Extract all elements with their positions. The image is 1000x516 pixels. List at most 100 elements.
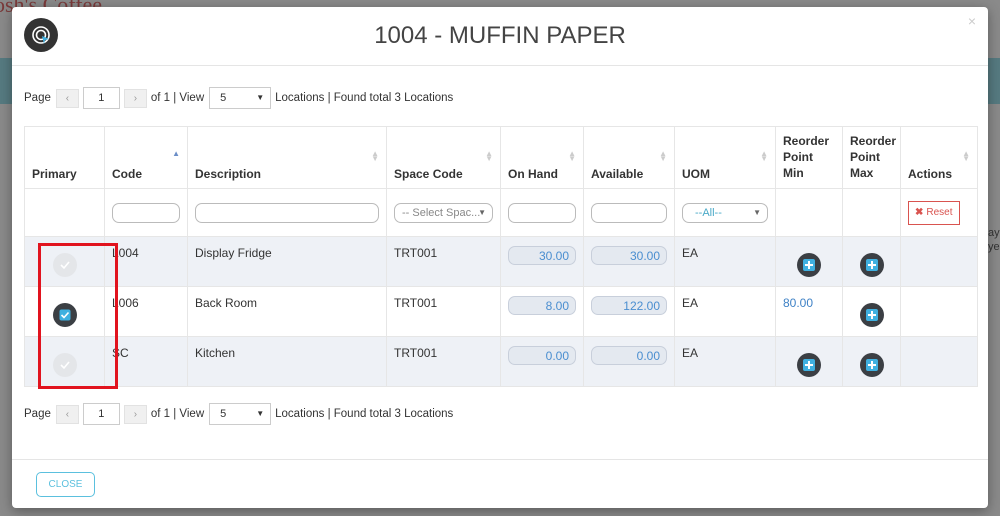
primary-checkbox[interactable] — [52, 353, 77, 377]
on-hand-field[interactable]: 8.00 — [508, 296, 576, 315]
pager-next-button[interactable]: › — [123, 88, 147, 108]
chevron-down-icon: ▼ — [256, 409, 265, 418]
col-header-primary: Primary — [24, 126, 105, 189]
cell-uom: EA — [674, 336, 776, 387]
add-reorder-max-button[interactable] — [859, 353, 884, 377]
plus-icon — [865, 259, 878, 271]
col-header-reorder-max: Reorder Point Max — [842, 126, 901, 189]
cell-actions — [900, 236, 978, 287]
plus-icon — [865, 359, 878, 371]
add-reorder-min-button[interactable] — [797, 253, 821, 277]
header-row: Primary Code ▲ Description ▲ ▼ Space Code ▲ ▼… — [24, 126, 978, 189]
pager-of-text: of 1 | View — [150, 92, 205, 104]
add-reorder-min-button[interactable] — [797, 353, 821, 377]
code-filter-input[interactable] — [112, 202, 180, 223]
table-row: L004 Display Fridge TRT001 30.00 30.00 E… — [24, 236, 978, 287]
available-field[interactable]: 30.00 — [591, 246, 667, 265]
available-field[interactable]: 0.00 — [591, 346, 667, 365]
on-hand-field[interactable]: 0.00 — [508, 346, 576, 365]
pager-found-text: Locations | Found total 3 Locations — [275, 408, 454, 420]
on-hand-field[interactable]: 30.00 — [508, 246, 576, 265]
pager-next-button[interactable]: › — [123, 404, 147, 424]
space-code-filter-select[interactable]: -- Select Spac... ▼ — [394, 202, 493, 223]
modal-title: 1004 - MUFFIN PAPER — [374, 22, 626, 49]
description-filter-input[interactable] — [195, 202, 379, 223]
sort-icon[interactable]: ▲ ▼ — [371, 150, 379, 163]
cell-code: L004 — [104, 236, 188, 287]
pager-view-select[interactable]: 5 ▼ — [209, 403, 272, 425]
cell-space-code: TRT001 — [386, 336, 501, 387]
col-header-on-hand[interactable]: On Hand ▲ ▼ — [500, 126, 584, 189]
chevron-down-icon: ▼ — [478, 207, 486, 217]
pager-page-label: Page — [24, 408, 51, 420]
modal-footer: CLOSE — [12, 459, 988, 509]
add-reorder-max-button[interactable] — [859, 253, 884, 277]
col-header-uom[interactable]: UOM ▲ ▼ — [674, 126, 776, 189]
col-header-actions[interactable]: Actions ▲ ▼ — [900, 126, 978, 189]
check-icon — [59, 309, 70, 321]
check-icon — [59, 361, 70, 370]
filter-row: -- Select Spac... ▼ --All-- ▼ ✖ Reset — [24, 188, 978, 237]
cell-space-code: TRT001 — [386, 286, 501, 337]
pager-view-select[interactable]: 5 ▼ — [209, 87, 272, 109]
sort-asc-icon[interactable]: ▲ — [172, 150, 180, 158]
reorder-min-value[interactable]: 80.00 — [783, 296, 813, 310]
locations-table: Primary Code ▲ Description ▲ ▼ Space Code ▲ ▼… — [24, 126, 978, 387]
location-modal: 1004 - MUFFIN PAPER × Page ‹ 1 › of 1 | … — [12, 7, 988, 508]
cell-uom: EA — [674, 236, 776, 287]
pager-view-value: 5 — [220, 408, 227, 420]
col-header-description[interactable]: Description ▲ ▼ — [187, 126, 387, 189]
filter-cell-primary — [24, 188, 105, 237]
cell-code: L006 — [104, 286, 188, 337]
pager-found-text: Locations | Found total 3 Locations — [275, 92, 454, 104]
close-icon: ✖ — [915, 207, 924, 218]
pager-page-input[interactable]: 1 — [82, 87, 120, 109]
pager-top: Page ‹ 1 › of 1 | View 5 ▼ Locations | Fo… — [24, 86, 453, 110]
table-row: SC Kitchen TRT001 0.00 0.00 EA — [24, 336, 978, 387]
pager-view-value: 5 — [220, 92, 227, 104]
plus-icon — [865, 309, 878, 321]
pager-of-text: of 1 | View — [150, 408, 205, 420]
sort-icon[interactable]: ▲ ▼ — [760, 150, 768, 163]
uom-filter-select[interactable]: --All-- ▼ — [682, 202, 768, 223]
check-icon — [59, 261, 70, 270]
reset-button[interactable]: ✖ Reset — [908, 200, 960, 225]
col-header-code[interactable]: Code ▲ — [104, 126, 188, 189]
background-side-text: ay ye — [988, 227, 1000, 253]
cell-actions — [900, 336, 978, 387]
plus-icon — [803, 359, 815, 371]
add-reorder-max-button[interactable] — [859, 303, 884, 327]
pager-prev-button[interactable]: ‹ — [55, 404, 79, 424]
chevron-down-icon: ▼ — [753, 207, 761, 217]
available-field[interactable]: 122.00 — [591, 296, 667, 315]
plus-icon — [803, 259, 815, 271]
cell-code: SC — [104, 336, 188, 387]
filter-cell-reorder-max — [842, 188, 901, 237]
cell-description: Display Fridge — [187, 236, 387, 287]
primary-checkbox[interactable] — [52, 253, 77, 277]
cell-uom: EA — [674, 286, 776, 337]
cell-space-code: TRT001 — [386, 236, 501, 287]
pager-prev-button[interactable]: ‹ — [55, 88, 79, 108]
table-row: L006 Back Room TRT001 8.00 122.00 EA 80.… — [24, 286, 978, 337]
sort-icon[interactable]: ▲ ▼ — [568, 150, 576, 163]
modal-header: 1004 - MUFFIN PAPER × — [12, 7, 988, 66]
primary-checkbox[interactable] — [52, 303, 77, 327]
close-icon[interactable]: × — [968, 13, 976, 29]
pager-page-input[interactable]: 1 — [82, 403, 120, 425]
pager-page-label: Page — [24, 92, 51, 104]
col-header-reorder-min: Reorder Point Min — [775, 126, 843, 189]
col-header-space-code[interactable]: Space Code ▲ ▼ — [386, 126, 501, 189]
on-hand-filter-input[interactable] — [508, 202, 576, 223]
filter-cell-reorder-min — [775, 188, 843, 237]
pager-bottom: Page ‹ 1 › of 1 | View 5 ▼ Locations | Fo… — [24, 402, 453, 426]
chevron-down-icon: ▼ — [256, 93, 265, 102]
col-header-available[interactable]: Available ▲ ▼ — [583, 126, 675, 189]
sort-icon[interactable]: ▲ ▼ — [485, 150, 493, 163]
available-filter-input[interactable] — [591, 202, 667, 223]
cell-description: Kitchen — [187, 336, 387, 387]
sort-icon[interactable]: ▲ ▼ — [659, 150, 667, 163]
cell-actions — [900, 286, 978, 337]
close-button[interactable]: CLOSE — [36, 472, 95, 497]
sort-icon[interactable]: ▲ ▼ — [962, 150, 970, 163]
